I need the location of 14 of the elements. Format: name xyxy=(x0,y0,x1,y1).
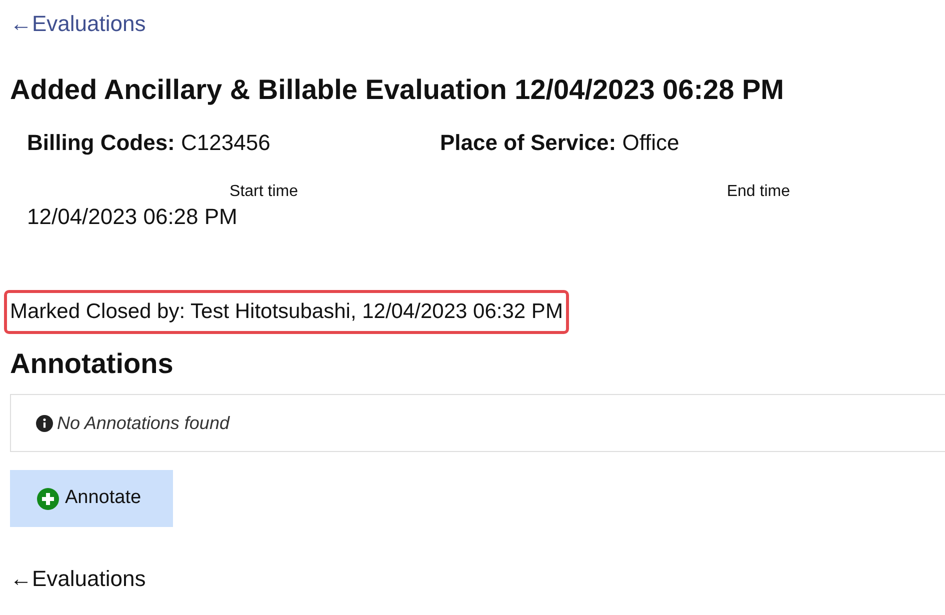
page-title: Added Ancillary & Billable Evaluation 12/04/2023 06:28 PM xyxy=(10,73,784,107)
closed-by-text: Marked Closed by: Test Hitotsubashi, 12/04/2023 06:32 PM xyxy=(4,290,569,334)
empty-message: No Annotations found xyxy=(57,412,230,434)
back-link[interactable]: ←Evaluations xyxy=(10,563,146,595)
field-text: Billing Codes: C123456 xyxy=(27,129,272,157)
field-text: Place of Service: Office xyxy=(440,129,680,157)
time-label: End time xyxy=(726,182,790,202)
info-icon xyxy=(36,414,53,432)
plus-icon xyxy=(37,488,59,510)
back-link[interactable]: ←Evaluations xyxy=(10,8,146,40)
time-value: 12/04/2023 06:28 PM xyxy=(27,203,238,231)
time-label: Start time xyxy=(230,182,298,202)
annotate-button[interactable]: Annotate xyxy=(10,470,173,527)
annotations-heading: Annotations xyxy=(10,347,174,381)
